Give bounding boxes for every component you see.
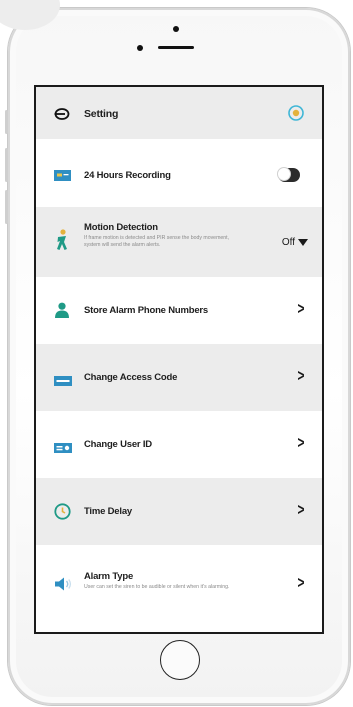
chevron-right-icon[interactable]: > (298, 573, 305, 593)
recording-row: 24 Hours Recording (36, 139, 322, 207)
access-code-label: Change Access Code (84, 372, 178, 383)
back-arrow-icon[interactable] (54, 107, 70, 125)
time-delay-label: Time Delay (84, 506, 132, 517)
status-indicator-icon[interactable] (288, 105, 304, 126)
user-id-label: Change User ID (84, 439, 152, 450)
phone-side-button (5, 148, 8, 182)
motion-detection-row[interactable]: Motion Detection If frame motion is dete… (36, 207, 322, 277)
dropdown-arrow-icon (298, 238, 308, 246)
toggle-knob (277, 167, 291, 181)
settings-header: Setting (36, 87, 322, 139)
phone-side-button (5, 190, 8, 224)
app-screen: Setting 24 Hours Recording Motion Detect… (34, 85, 324, 634)
time-delay-row[interactable]: Time Delay > (36, 478, 322, 545)
motion-detection-dropdown[interactable]: Off (282, 237, 308, 248)
access-code-row[interactable]: Change Access Code > (36, 344, 322, 411)
recording-toggle[interactable] (277, 167, 300, 182)
code-card-icon (54, 373, 72, 391)
motion-detection-description: If frame motion is detected and PIR sens… (84, 235, 230, 248)
phone-numbers-label: Store Alarm Phone Numbers (84, 305, 208, 316)
alarm-type-description: User can set the siren to be audible or … (84, 584, 230, 590)
front-sensor-dot (137, 45, 143, 51)
phone-side-button (5, 110, 8, 134)
user-id-row[interactable]: Change User ID > (36, 411, 322, 478)
alarm-type-row[interactable]: Alarm Type User can set the siren to be … (36, 545, 322, 632)
earpiece-speaker (158, 46, 194, 49)
recording-label: 24 Hours Recording (84, 170, 171, 181)
person-icon (54, 302, 70, 323)
chevron-right-icon[interactable]: > (298, 299, 305, 319)
chevron-right-icon[interactable]: > (298, 500, 305, 520)
page-title: Setting (84, 108, 119, 120)
motion-detection-value: Off (281, 237, 295, 248)
motion-person-icon (54, 229, 70, 256)
speaker-icon (54, 577, 72, 596)
phone-numbers-row[interactable]: Store Alarm Phone Numbers > (36, 277, 322, 344)
alarm-type-label: Alarm Type (84, 571, 134, 582)
id-card-icon (54, 440, 72, 458)
motion-detection-label: Motion Detection (84, 222, 158, 233)
home-button[interactable] (160, 640, 200, 680)
front-camera-dot (173, 26, 179, 32)
chevron-right-icon[interactable]: > (298, 366, 305, 386)
chevron-right-icon[interactable]: > (298, 433, 305, 453)
clock-icon (54, 503, 71, 525)
recording-card-icon (54, 168, 71, 186)
